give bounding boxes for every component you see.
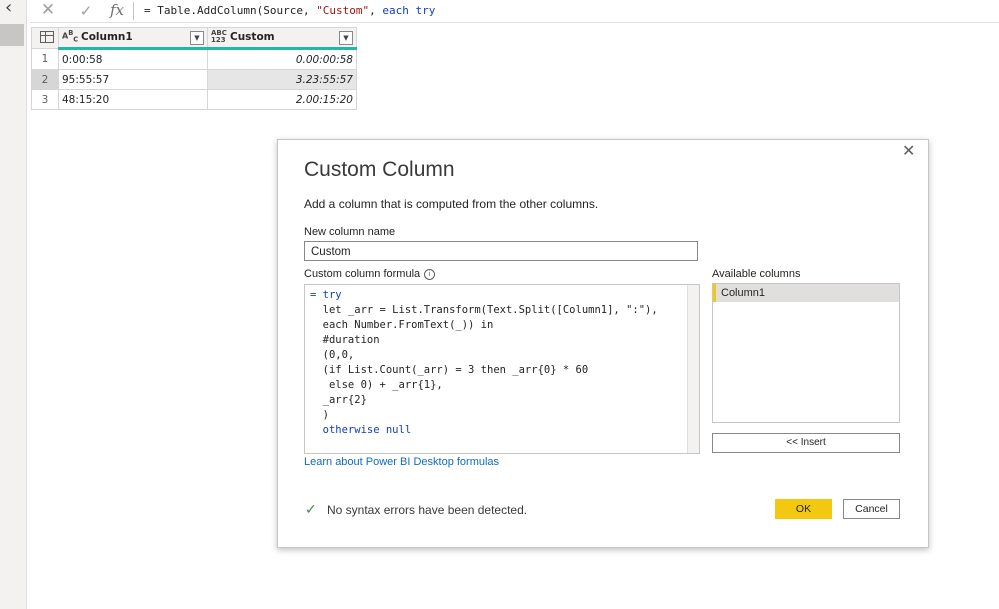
table-cell[interactable]: 2.00:15:20 — [207, 89, 357, 110]
table-row: 2 95:55:57 3.23:55:57 — [31, 69, 357, 90]
column-header-custom[interactable]: ABC 123 Custom ▼ — [207, 27, 357, 50]
code-line: = try — [310, 289, 342, 301]
chevron-down-icon[interactable]: ▼ — [339, 31, 353, 45]
table-cell[interactable]: 95:55:57 — [58, 69, 208, 90]
cancel-formula-icon[interactable]: ✕ — [38, 0, 58, 22]
table-corner-menu[interactable] — [31, 27, 59, 49]
editor-scrollbar[interactable] — [687, 285, 699, 453]
column-header-column1[interactable]: ABC Column1 ▼ — [58, 27, 208, 50]
formula-separator: , — [369, 4, 383, 17]
column-header-label: Custom — [230, 31, 275, 43]
table-row: 1 0:00:58 0.00:00:58 — [31, 48, 357, 70]
formula-space — [409, 4, 416, 17]
code-line: each Number.FromText(_)) in — [310, 319, 494, 331]
new-column-name-label: New column name — [304, 226, 396, 238]
chevron-left-icon[interactable]: ‹ — [5, 0, 12, 18]
checkmark-icon: ✓ — [305, 502, 317, 518]
new-column-name-input[interactable]: Custom — [304, 241, 698, 261]
formula-prefix: = Table.AddColumn(Source, — [144, 4, 317, 17]
data-preview-table: ABC Column1 ▼ ABC 123 Custom ▼ 1 0:00:58 … — [31, 27, 357, 110]
syntax-status: No syntax errors have been detected. — [327, 503, 528, 517]
code-line: (if List.Count(_arr) = 3 then _arr{0} * … — [310, 364, 589, 376]
code-line: ) — [310, 409, 329, 421]
commit-formula-icon[interactable]: ✓ — [76, 0, 96, 22]
ok-button[interactable]: OK — [775, 499, 832, 519]
row-number[interactable]: 2 — [31, 69, 59, 90]
table-cell[interactable]: 0.00:00:58 — [207, 48, 357, 70]
info-icon[interactable]: i — [424, 268, 436, 280]
available-columns-label: Available columns — [712, 268, 801, 280]
formula-string: "Custom" — [316, 4, 370, 17]
chevron-down-icon[interactable]: ▼ — [190, 31, 204, 45]
code-line: _arr{2} — [310, 394, 367, 406]
table-icon[interactable] — [40, 30, 54, 43]
cancel-button[interactable]: Cancel — [843, 499, 900, 519]
formula-bar: ✕ ✓ fx = Table.AddColumn(Source, "Custom… — [30, 0, 999, 23]
text-type-icon[interactable]: ABC — [62, 30, 78, 43]
code-line: otherwise null — [310, 424, 412, 436]
list-item[interactable]: Column1 — [713, 284, 899, 302]
queries-pane-rail: ‹ — [0, 0, 27, 609]
close-icon[interactable]: ✕ — [902, 141, 915, 160]
dialog-subtitle: Add a column that is computed from the o… — [304, 197, 599, 211]
code-line: #duration — [310, 334, 380, 346]
table-cell[interactable]: 3.23:55:57 — [207, 69, 357, 90]
row-number[interactable]: 1 — [31, 48, 59, 70]
custom-formula-label-row: Custom column formula i — [304, 268, 436, 280]
table-row: 3 48:15:20 2.00:15:20 — [31, 89, 357, 110]
insert-button[interactable]: << Insert — [712, 433, 900, 453]
table-cell[interactable]: 48:15:20 — [58, 89, 208, 110]
row-number[interactable]: 3 — [31, 89, 59, 110]
learn-formulas-link[interactable]: Learn about Power BI Desktop formulas — [304, 456, 499, 468]
code-line: else 0) + _arr{1}, — [310, 379, 443, 391]
code-line: (0,0, — [310, 349, 355, 361]
formula-bar-divider — [133, 2, 134, 20]
custom-column-dialog: ✕ Custom Column Add a column that is com… — [277, 139, 929, 548]
code-line: let _arr = List.Transform(Text.Split([Co… — [310, 304, 658, 316]
table-cell[interactable]: 0:00:58 — [58, 48, 208, 70]
formula-bar-expression[interactable]: = Table.AddColumn(Source, "Custom", each… — [144, 4, 435, 17]
any-type-icon[interactable]: ABC 123 — [211, 30, 227, 44]
formula-each-keyword: each — [382, 4, 409, 17]
queries-pane-tab[interactable] — [0, 24, 24, 46]
column-header-label: Column1 — [81, 31, 133, 43]
formula-code: = try let _arr = List.Transform(Text.Spl… — [305, 285, 699, 438]
formula-try-keyword: try — [415, 4, 436, 17]
available-columns-list: Column1 — [712, 283, 900, 423]
custom-formula-editor[interactable]: = try let _arr = List.Transform(Text.Spl… — [304, 284, 700, 454]
fx-icon[interactable]: fx — [110, 0, 130, 22]
dialog-title: Custom Column — [304, 158, 455, 181]
custom-formula-label: Custom column formula — [304, 268, 421, 280]
